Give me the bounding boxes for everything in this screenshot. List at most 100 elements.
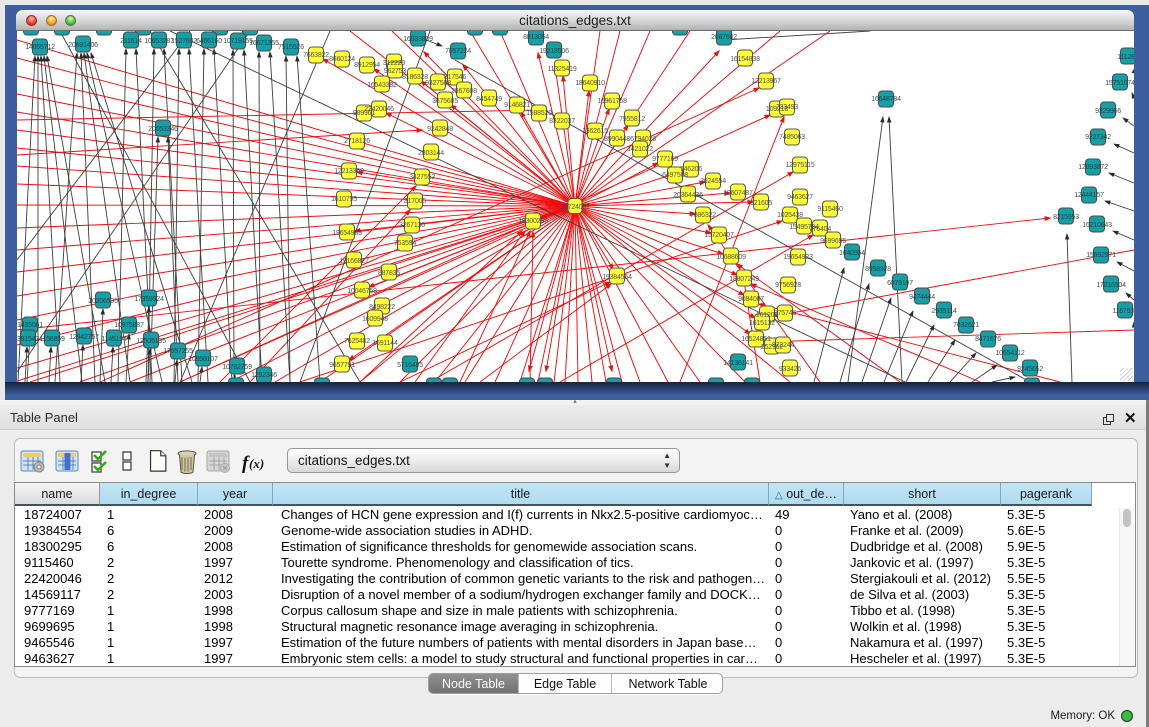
svg-text:15720407: 15720407	[704, 232, 734, 239]
svg-text:7515526: 7515526	[278, 44, 304, 51]
svg-text:3624554: 3624554	[700, 178, 726, 185]
svg-text:8454749: 8454749	[476, 96, 502, 103]
svg-text:17016504: 17016504	[1096, 282, 1126, 289]
svg-text:817546: 817546	[444, 74, 466, 81]
svg-text:9115460: 9115460	[817, 206, 843, 213]
svg-text:8498222: 8498222	[369, 304, 395, 311]
svg-text:6879197: 6879197	[887, 280, 913, 287]
svg-text:12505135: 12505135	[136, 338, 166, 345]
svg-text:9463627: 9463627	[787, 194, 813, 201]
svg-text:10782759: 10782759	[222, 364, 252, 371]
svg-text:3675685: 3675685	[432, 98, 458, 105]
svg-text:19654985: 19654985	[332, 230, 362, 237]
svg-text:1615132: 1615132	[749, 320, 775, 327]
svg-text:18300295: 18300295	[518, 218, 548, 225]
svg-text:753594: 753594	[394, 240, 416, 247]
svg-text:7886322: 7886322	[690, 212, 716, 219]
svg-text:16961758: 16961758	[597, 98, 627, 105]
svg-text:9329966: 9329966	[1095, 108, 1121, 115]
svg-text:20206535: 20206535	[88, 298, 118, 305]
svg-text:8471676: 8471676	[975, 336, 1001, 343]
svg-text:16210643: 16210643	[1082, 222, 1112, 229]
svg-text:12942757: 12942757	[69, 334, 99, 341]
svg-text:19384554: 19384554	[602, 274, 632, 281]
svg-text:9327508: 9327508	[425, 80, 451, 87]
svg-text:12444157: 12444157	[1074, 192, 1104, 199]
svg-text:8912954: 8912954	[354, 62, 380, 69]
svg-text:1421022: 1421022	[627, 146, 653, 153]
svg-text:9227342: 9227342	[1085, 134, 1111, 141]
svg-text:15692971: 15692971	[1086, 252, 1116, 259]
svg-text:2935114: 2935114	[931, 308, 957, 315]
svg-text:111283: 111283	[1117, 54, 1134, 61]
svg-text:(x): (x)	[249, 456, 264, 471]
svg-text:3427552: 3427552	[409, 174, 435, 181]
svg-text:20691406: 20691406	[68, 42, 98, 49]
svg-text:7857224: 7857224	[445, 48, 471, 55]
svg-text:9084067: 9084067	[738, 296, 764, 303]
svg-text:16543382: 16543382	[367, 82, 397, 89]
svg-text:1588520: 1588520	[526, 110, 552, 117]
svg-text:2967608: 2967608	[451, 88, 477, 95]
svg-text:6794028: 6794028	[630, 136, 656, 143]
svg-text:9657791: 9657791	[329, 362, 355, 369]
svg-text:9474444: 9474444	[909, 294, 935, 301]
svg-text:12213369: 12213369	[334, 168, 364, 175]
svg-text:1609948: 1609948	[362, 316, 388, 323]
svg-text:16033809: 16033809	[403, 36, 433, 43]
svg-text:16648784: 16648784	[871, 96, 901, 103]
svg-text:9146821: 9146821	[504, 102, 530, 109]
svg-text:1145194: 1145194	[101, 336, 127, 343]
svg-text:2803144: 2803144	[418, 150, 444, 157]
svg-text:1025438: 1025438	[777, 212, 803, 219]
svg-text:18724007: 18724007	[560, 204, 590, 211]
svg-text:20053346: 20053346	[148, 126, 178, 133]
svg-text:8990448: 8990448	[604, 136, 630, 143]
svg-text:8813054: 8813054	[523, 34, 549, 41]
svg-text:875746: 875746	[774, 310, 796, 317]
svg-text:10046758: 10046758	[347, 288, 377, 295]
svg-text:6466160: 6466160	[196, 38, 222, 45]
svg-text:8215953: 8215953	[1053, 214, 1079, 221]
svg-text:211614: 211614	[120, 38, 142, 45]
svg-text:8958928: 8958928	[865, 266, 891, 273]
svg-text:8322037: 8322037	[549, 118, 575, 125]
svg-text:989961: 989961	[353, 110, 375, 117]
svg-text:12213967: 12213967	[751, 78, 781, 85]
svg-text:17957255: 17957255	[163, 348, 193, 355]
svg-text:1435061: 1435061	[17, 322, 43, 329]
svg-text:10958107: 10958107	[188, 356, 218, 363]
svg-text:962753: 962753	[384, 68, 406, 75]
svg-text:1691144: 1691144	[372, 340, 398, 347]
svg-text:9245652: 9245652	[1017, 366, 1043, 373]
svg-text:7485063: 7485063	[779, 134, 805, 141]
svg-text:14055712: 14055712	[25, 44, 55, 51]
svg-text:10654112: 10654112	[995, 350, 1024, 357]
svg-text:5716485: 5716485	[397, 362, 423, 369]
svg-text:391543: 391543	[17, 336, 39, 343]
svg-text:3267130: 3267130	[399, 222, 425, 229]
svg-text:2718126: 2718126	[344, 138, 370, 145]
svg-text:9777169: 9777169	[652, 156, 678, 163]
svg-text:933426: 933426	[779, 366, 801, 373]
svg-text:11325419: 11325419	[547, 66, 576, 73]
svg-text:872244: 872244	[772, 342, 794, 349]
svg-text:733493: 733493	[776, 104, 798, 111]
svg-text:7625402: 7625402	[344, 338, 370, 345]
svg-text:18640910: 18640910	[575, 80, 605, 87]
svg-text:12093872: 12093872	[1078, 164, 1108, 171]
svg-text:776404: 776404	[809, 226, 831, 233]
svg-text:1292346: 1292346	[251, 372, 277, 379]
svg-text:18807249: 18807249	[729, 276, 759, 283]
svg-text:16671355: 16671355	[249, 40, 279, 47]
svg-text:10688609: 10688609	[716, 254, 746, 261]
svg-text:1362615: 1362615	[582, 128, 608, 135]
svg-text:9756928: 9756928	[775, 282, 801, 289]
svg-text:317005: 317005	[404, 198, 426, 205]
svg-text:14136141: 14136141	[723, 360, 753, 367]
svg-text:12975115: 12975115	[785, 162, 814, 169]
svg-text:1527602: 1527602	[171, 38, 197, 45]
svg-text:621605: 621605	[750, 200, 772, 207]
svg-text:16524851: 16524851	[741, 336, 771, 343]
svg-text:312229: 312229	[383, 60, 405, 67]
